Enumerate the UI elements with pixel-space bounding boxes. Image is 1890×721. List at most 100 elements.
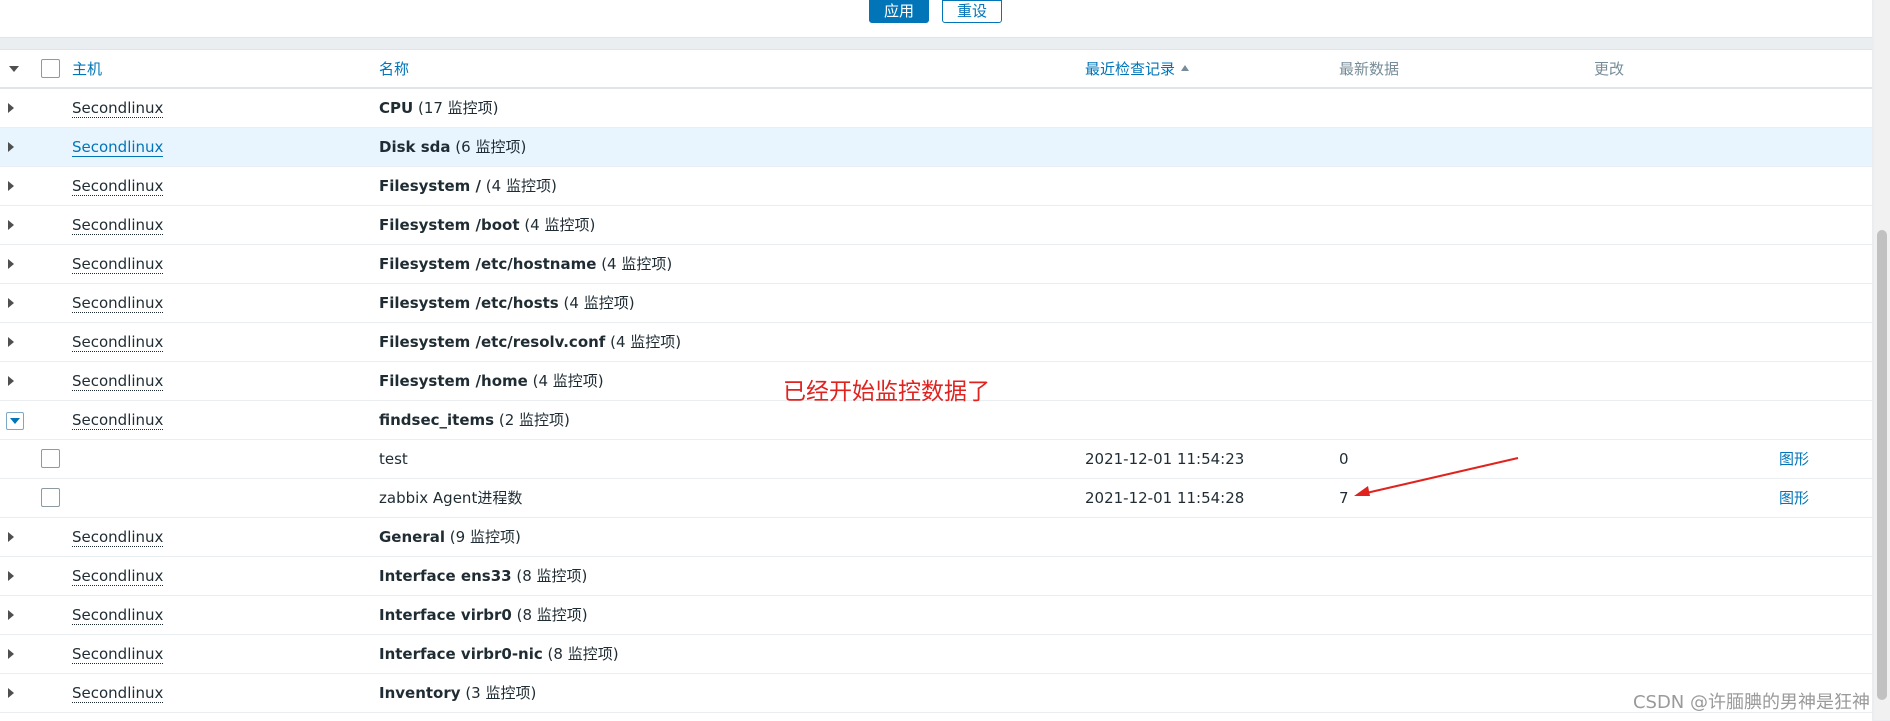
app-name: Filesystem /etc/hostname: [379, 255, 597, 273]
watermark: CSDN @许腼腆的男神是狂神: [1632, 692, 1870, 713]
host-link[interactable]: Secondlinux: [72, 177, 164, 196]
annotation-text: 已经开始监控数据了: [783, 379, 990, 405]
column-last-check[interactable]: 最近检查记录: [1085, 50, 1190, 88]
host-link[interactable]: Secondlinux: [72, 372, 164, 391]
expand-icon[interactable]: [8, 688, 14, 698]
app-name: findsec_items: [379, 411, 495, 429]
item-name: test: [379, 450, 408, 468]
table-row: Secondlinux Filesystem / (4 监控项): [0, 167, 1872, 206]
item-count: (2 监控项): [498, 411, 570, 429]
host-link[interactable]: Secondlinux: [72, 216, 164, 235]
table-row: Secondlinux Inventory (3 监控项): [0, 674, 1872, 713]
expand-icon[interactable]: [8, 142, 14, 152]
item-row: test 2021-12-01 11:54:23 0 图形: [0, 440, 1872, 479]
app-name: General: [379, 528, 445, 546]
host-link[interactable]: Secondlinux: [72, 333, 164, 352]
app-name: Filesystem /home: [379, 372, 528, 390]
expand-icon[interactable]: [8, 181, 14, 191]
app-name: Interface virbr0-nic: [379, 645, 543, 663]
item-count: (9 监控项): [449, 528, 521, 546]
latest-value: 7: [1339, 489, 1349, 507]
expand-icon[interactable]: [8, 610, 14, 620]
host-link[interactable]: Secondlinux: [72, 411, 164, 430]
collapse-icon[interactable]: [6, 412, 24, 430]
host-link[interactable]: Secondlinux: [72, 684, 164, 703]
item-count: (4 监控项): [524, 216, 596, 234]
table-row: Secondlinux Filesystem /boot (4 监控项): [0, 206, 1872, 245]
app-cell: CPU (17 监控项): [379, 89, 499, 127]
table-row: Secondlinux Filesystem /etc/resolv.conf …: [0, 323, 1872, 362]
app-cell: Interface ens33 (8 监控项): [379, 557, 587, 595]
host-link[interactable]: Secondlinux: [72, 294, 164, 313]
host-link[interactable]: Secondlinux: [72, 567, 164, 586]
app-cell: Interface virbr0 (8 监控项): [379, 596, 588, 634]
select-all-checkbox[interactable]: [41, 59, 60, 78]
table-row: Secondlinux Interface virbr0-nic (8 监控项): [0, 635, 1872, 674]
item-name: zabbix Agent进程数: [379, 489, 523, 507]
apply-button[interactable]: 应用: [869, 0, 929, 23]
app-cell: Disk sda (6 监控项): [379, 128, 526, 166]
table-header: 主机 名称 最近检查记录 最新数据 更改: [0, 50, 1872, 89]
app-name: Interface ens33: [379, 567, 512, 585]
expand-icon[interactable]: [8, 337, 14, 347]
app-cell: Filesystem /home (4 监控项): [379, 362, 604, 400]
expand-icon[interactable]: [8, 259, 14, 269]
host-link[interactable]: Secondlinux: [72, 645, 164, 664]
app-name: Inventory: [379, 684, 461, 702]
latest-value: 0: [1339, 450, 1349, 468]
item-count: (6 监控项): [455, 138, 527, 156]
last-check-time: 2021-12-01 11:54:23: [1085, 450, 1245, 468]
expand-icon[interactable]: [8, 571, 14, 581]
item-count: (3 监控项): [465, 684, 537, 702]
column-last-check-label[interactable]: 最近检查记录: [1085, 60, 1175, 78]
column-host[interactable]: 主机: [72, 50, 102, 88]
app-cell: Filesystem /etc/resolv.conf (4 监控项): [379, 323, 681, 361]
table-row: Secondlinux General (9 监控项): [0, 518, 1872, 557]
app-cell: Filesystem /boot (4 监控项): [379, 206, 595, 244]
graph-link[interactable]: 图形: [1779, 479, 1809, 517]
item-checkbox[interactable]: [41, 488, 60, 507]
host-link[interactable]: Secondlinux: [72, 606, 164, 625]
scrollbar-thumb[interactable]: [1877, 230, 1887, 700]
host-link[interactable]: Secondlinux: [72, 138, 164, 157]
app-cell: Filesystem /etc/hosts (4 监控项): [379, 284, 635, 322]
item-count: (4 监控项): [485, 177, 557, 195]
table-row: Secondlinux Filesystem /etc/hostname (4 …: [0, 245, 1872, 284]
table-row: Secondlinux Interface ens33 (8 监控项): [0, 557, 1872, 596]
graph-link[interactable]: 图形: [1779, 440, 1809, 478]
app-cell: findsec_items (2 监控项): [379, 401, 570, 439]
annotation-arrow: [1354, 457, 1519, 496]
app-name: Filesystem /etc/hosts: [379, 294, 559, 312]
column-name[interactable]: 名称: [379, 50, 409, 88]
item-count: (4 监控项): [563, 294, 635, 312]
app-cell: Filesystem /etc/hostname (4 监控项): [379, 245, 672, 283]
table-row: Secondlinux Filesystem /etc/hosts (4 监控项…: [0, 284, 1872, 323]
item-row: zabbix Agent进程数 2021-12-01 11:54:28 7 图形: [0, 479, 1872, 518]
expand-icon[interactable]: [8, 532, 14, 542]
host-link[interactable]: Secondlinux: [72, 99, 164, 118]
app-cell: General (9 监控项): [379, 518, 521, 556]
item-count: (4 监控项): [532, 372, 604, 390]
collapse-all-icon[interactable]: [9, 66, 19, 72]
expand-icon[interactable]: [8, 649, 14, 659]
item-count: (8 监控项): [547, 645, 619, 663]
filter-area: 应用 重设: [0, 0, 1872, 38]
column-change: 更改: [1594, 60, 1625, 78]
host-link[interactable]: Secondlinux: [72, 528, 164, 547]
reset-button[interactable]: 重设: [942, 0, 1002, 23]
host-link[interactable]: Secondlinux: [72, 255, 164, 274]
item-count: (8 监控项): [516, 567, 588, 585]
item-checkbox[interactable]: [41, 449, 60, 468]
expand-icon[interactable]: [8, 298, 14, 308]
app-name: Filesystem /etc/resolv.conf: [379, 333, 606, 351]
item-count: (4 监控项): [601, 255, 673, 273]
expand-icon[interactable]: [8, 103, 14, 113]
app-cell: Interface virbr0-nic (8 监控项): [379, 635, 619, 673]
app-name: Filesystem /: [379, 177, 482, 195]
expand-icon[interactable]: [8, 220, 14, 230]
app-name: Interface virbr0: [379, 606, 512, 624]
app-name: Filesystem /boot: [379, 216, 520, 234]
column-latest-data: 最新数据: [1339, 60, 1400, 78]
app-cell: Inventory (3 监控项): [379, 674, 536, 712]
expand-icon[interactable]: [8, 376, 14, 386]
